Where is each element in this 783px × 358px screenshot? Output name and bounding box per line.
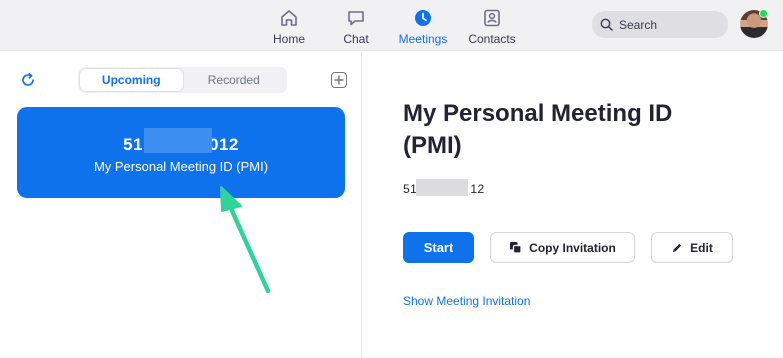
start-button[interactable]: Start	[403, 232, 474, 263]
copy-invitation-button[interactable]: Copy Invitation	[490, 232, 635, 263]
pmi-meeting-card[interactable]: 51 012 My Personal Meeting ID (PMI)	[17, 107, 345, 198]
tab-upcoming[interactable]: Upcoming	[80, 69, 183, 91]
home-icon	[281, 10, 297, 26]
meeting-detail-panel: My Personal Meeting ID (PMI) 51 12 Start …	[363, 52, 783, 358]
plus-icon	[334, 75, 344, 85]
contacts-icon	[484, 9, 500, 27]
card-id-prefix: 51	[123, 135, 144, 154]
nav-meetings[interactable]: Meetings	[394, 0, 452, 51]
top-nav-bar: Home Chat Meetings Contacts Search	[0, 0, 783, 51]
edit-button[interactable]: Edit	[651, 232, 733, 263]
redaction-mask	[144, 128, 212, 153]
copy-invitation-label: Copy Invitation	[529, 240, 616, 255]
card-id-suffix: 012	[209, 135, 239, 154]
tab-recorded[interactable]: Recorded	[183, 69, 286, 91]
show-meeting-invitation-link[interactable]: Show Meeting Invitation	[403, 294, 530, 308]
add-meeting-button[interactable]	[331, 72, 347, 88]
nav-chat-label: Chat	[343, 32, 369, 46]
status-indicator	[759, 9, 768, 18]
meetings-list-panel: Upcoming Recorded 51 012 My Personal Meet…	[0, 52, 362, 358]
nav-contacts-label: Contacts	[468, 32, 516, 46]
redaction-mask	[416, 179, 468, 196]
search-input[interactable]: Search	[592, 11, 728, 38]
clock-icon	[415, 10, 431, 26]
card-meeting-title: My Personal Meeting ID (PMI)	[93, 159, 269, 174]
search-icon	[600, 18, 613, 31]
nav-chat[interactable]: Chat	[336, 0, 376, 51]
edit-label: Edit	[690, 240, 713, 255]
refresh-icon	[22, 73, 34, 86]
copy-icon	[510, 242, 522, 254]
pmi-id-suffix: 12	[470, 182, 485, 196]
nav-contacts[interactable]: Contacts	[464, 0, 520, 51]
nav-meetings-label: Meetings	[398, 32, 448, 46]
nav-home-label: Home	[272, 32, 305, 46]
page-title: My Personal Meeting ID (PMI)	[403, 100, 673, 159]
chat-icon	[348, 11, 364, 26]
refresh-button[interactable]	[19, 71, 37, 89]
search-placeholder: Search	[619, 17, 658, 32]
pencil-icon	[673, 243, 682, 252]
meetings-tab-switcher: Upcoming Recorded	[78, 67, 287, 93]
nav-home[interactable]: Home	[270, 0, 308, 51]
